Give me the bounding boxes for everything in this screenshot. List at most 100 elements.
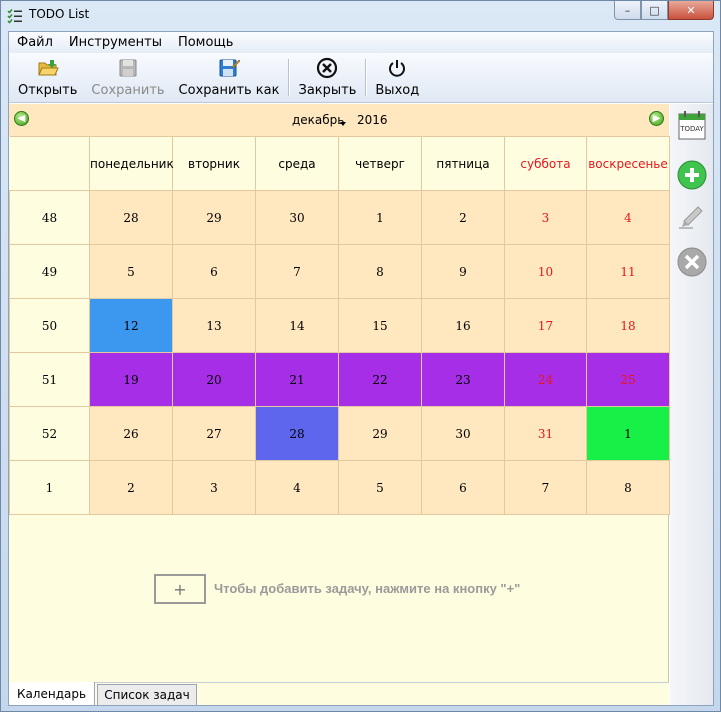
day-cell[interactable]: 29 [172, 190, 256, 245]
day-cell[interactable]: 5 [338, 460, 422, 515]
open-folder-icon [36, 56, 60, 80]
open-button[interactable]: Открыть [11, 53, 84, 102]
minimize-button[interactable]: – [614, 1, 641, 20]
close-file-label: Закрыть [298, 83, 357, 98]
day-cell[interactable]: 29 [338, 406, 422, 461]
save-as-disk-icon [217, 56, 241, 80]
day-cell[interactable]: 16 [421, 298, 505, 353]
day-cell[interactable]: 14 [255, 298, 339, 353]
day-cell[interactable]: 3 [172, 460, 256, 515]
day-cell[interactable]: 18 [586, 298, 670, 353]
hint-text: Чтобы добавить задачу, нажмите на кнопку… [214, 581, 521, 596]
day-cell[interactable]: 20 [172, 352, 256, 407]
next-month-button[interactable]: ▶ [649, 111, 664, 126]
weekday-header: воскресенье [586, 136, 670, 191]
toolbar-separator [365, 59, 367, 96]
pencil-icon [679, 206, 703, 229]
month-dropdown[interactable]: декабрь [292, 113, 344, 127]
tab-task-list[interactable]: Список задач [97, 684, 197, 705]
day-cell[interactable]: 2 [421, 190, 505, 245]
calendar-week-row: 50 12 13 14 15 16 17 18 [9, 298, 670, 353]
close-circle-icon [315, 56, 339, 80]
day-cell[interactable]: 8 [586, 460, 670, 515]
day-cell[interactable]: 3 [504, 190, 587, 245]
day-cell[interactable]: 31 [504, 406, 587, 461]
maximize-button[interactable]: □ [641, 1, 668, 20]
calendar-week-row: 12345678 [9, 460, 670, 515]
day-cell[interactable]: 17 [504, 298, 587, 353]
toolbar: Открыть Сохранить Сохранить как Закрыть … [9, 53, 713, 103]
day-cell[interactable]: 12 [89, 298, 173, 353]
tab-calendar[interactable]: Календарь [9, 682, 95, 705]
week-number: 50 [9, 298, 90, 353]
day-cell[interactable]: 22 [338, 352, 422, 407]
weekday-header: суббота [504, 136, 587, 191]
menu-file[interactable]: Файл [9, 35, 61, 50]
save-as-label: Сохранить как [178, 83, 280, 98]
week-number: 49 [9, 244, 90, 299]
add-task-side-button[interactable] [677, 160, 707, 190]
day-cell[interactable]: 4 [586, 190, 670, 245]
chevron-down-icon[interactable] [340, 122, 346, 126]
day-cell[interactable]: 30 [255, 190, 339, 245]
day-cell[interactable]: 7 [504, 460, 587, 515]
day-cell[interactable]: 10 [504, 244, 587, 299]
menu-help[interactable]: Помощь [170, 35, 241, 50]
delete-task-button[interactable] [677, 247, 707, 277]
power-icon [385, 56, 409, 80]
day-cell[interactable]: 23 [421, 352, 505, 407]
save-label: Сохранить [91, 83, 165, 98]
day-cell[interactable]: 27 [172, 406, 256, 461]
day-cell[interactable]: 30 [421, 406, 505, 461]
day-cell[interactable]: 13 [172, 298, 256, 353]
week-number: 51 [9, 352, 90, 407]
today-button[interactable]: TODAY [677, 110, 707, 140]
day-cell[interactable]: 25 [586, 352, 670, 407]
day-cell[interactable]: 1 [586, 406, 670, 461]
day-cell[interactable]: 6 [421, 460, 505, 515]
day-cell[interactable]: 21 [255, 352, 339, 407]
week-number: 48 [9, 190, 90, 245]
day-cell[interactable]: 15 [338, 298, 422, 353]
client-area: Файл Инструменты Помощь Открыть Сохранит… [8, 31, 714, 706]
close-window-button[interactable]: ✕ [668, 1, 714, 20]
year-field[interactable]: 2016 [357, 113, 388, 127]
day-cell[interactable]: 26 [89, 406, 173, 461]
save-button[interactable]: Сохранить [84, 53, 171, 102]
toolbar-separator [288, 59, 290, 96]
day-cell[interactable]: 19 [89, 352, 173, 407]
add-task-button[interactable]: + [154, 574, 206, 604]
weekday-header: среда [255, 136, 339, 191]
day-cell[interactable]: 8 [338, 244, 422, 299]
day-cell[interactable]: 9 [421, 244, 505, 299]
weekday-header: понедельник [89, 136, 174, 191]
day-cell[interactable]: 28 [89, 190, 173, 245]
calendar-panel: ◀ декабрь 2016 ▶ понедельник вторник сре… [9, 104, 670, 682]
day-cell[interactable]: 11 [586, 244, 670, 299]
today-label: TODAY [679, 125, 704, 133]
week-number: 52 [9, 406, 90, 461]
calendar-week-row: 52 26 27 28 29 30 31 1 [9, 406, 670, 461]
save-disk-icon [116, 56, 140, 80]
week-number-header [9, 136, 90, 191]
week-number: 1 [9, 460, 90, 515]
exit-label: Выход [375, 83, 420, 98]
day-cell[interactable]: 2 [89, 460, 173, 515]
day-cell[interactable]: 7 [255, 244, 339, 299]
plus-circle-icon [677, 160, 707, 190]
title-bar: TODO List – □ ✕ [1, 1, 720, 31]
day-cell[interactable]: 6 [172, 244, 256, 299]
edit-task-button[interactable] [677, 200, 707, 230]
close-file-button[interactable]: Закрыть [291, 53, 363, 102]
exit-button[interactable]: Выход [368, 53, 426, 102]
menu-tools[interactable]: Инструменты [61, 35, 170, 50]
day-cell[interactable]: 5 [89, 244, 173, 299]
side-toolbar: TODAY [670, 104, 713, 705]
day-cell[interactable]: 24 [504, 352, 587, 407]
day-cell[interactable]: 4 [255, 460, 339, 515]
prev-month-button[interactable]: ◀ [14, 111, 29, 126]
tab-bar: Календарь Список задач [9, 682, 669, 705]
day-cell[interactable]: 28 [255, 406, 339, 461]
day-cell[interactable]: 1 [338, 190, 422, 245]
save-as-button[interactable]: Сохранить как [172, 53, 287, 102]
